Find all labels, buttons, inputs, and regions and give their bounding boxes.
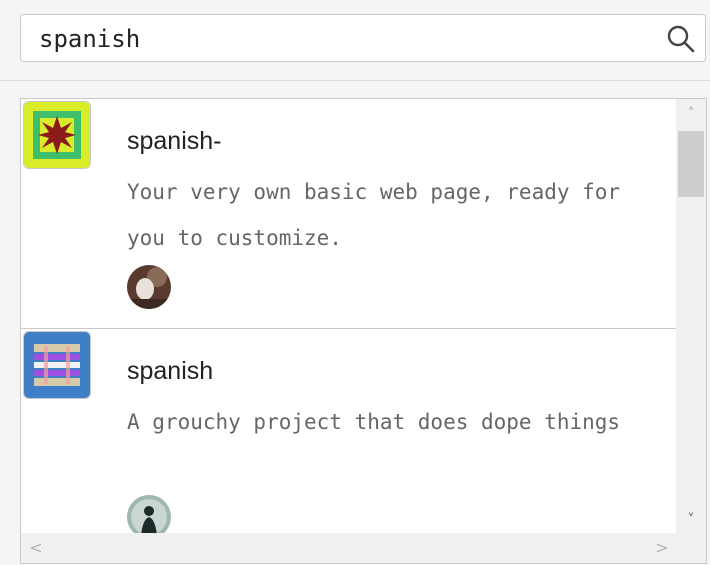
- result-item[interactable]: spanish A grouchy project that does dope…: [21, 329, 677, 535]
- search-icon[interactable]: [667, 25, 695, 53]
- scroll-down-button[interactable]: ˅: [676, 505, 706, 535]
- search-bar: [0, 0, 710, 81]
- horizontal-scrollbar[interactable]: < >: [21, 533, 677, 563]
- stripes-badge-icon: [23, 331, 91, 399]
- scroll-up-button[interactable]: ˄: [676, 99, 706, 129]
- scrollbar-corner: [676, 533, 706, 563]
- search-input[interactable]: [39, 23, 659, 55]
- scroll-right-button[interactable]: >: [647, 533, 677, 563]
- result-title[interactable]: spanish: [127, 357, 213, 386]
- result-title[interactable]: spanish-: [127, 127, 222, 156]
- result-description: Your very own basic web page, ready for …: [127, 180, 621, 250]
- search-box[interactable]: [20, 14, 706, 62]
- user-avatar[interactable]: [127, 495, 171, 535]
- user-avatar[interactable]: [127, 265, 171, 309]
- result-item[interactable]: spanish- Your very own basic web page, r…: [21, 99, 677, 329]
- sun-badge-icon: [23, 101, 91, 169]
- results-list: spanish- Your very own basic web page, r…: [21, 99, 677, 535]
- result-description: A grouchy project that does dope things: [127, 410, 621, 434]
- vertical-scrollbar[interactable]: ˄ ˅: [676, 99, 706, 535]
- scroll-left-button[interactable]: <: [21, 533, 51, 563]
- results-panel: spanish- Your very own basic web page, r…: [20, 98, 707, 564]
- scroll-thumb[interactable]: [678, 131, 704, 197]
